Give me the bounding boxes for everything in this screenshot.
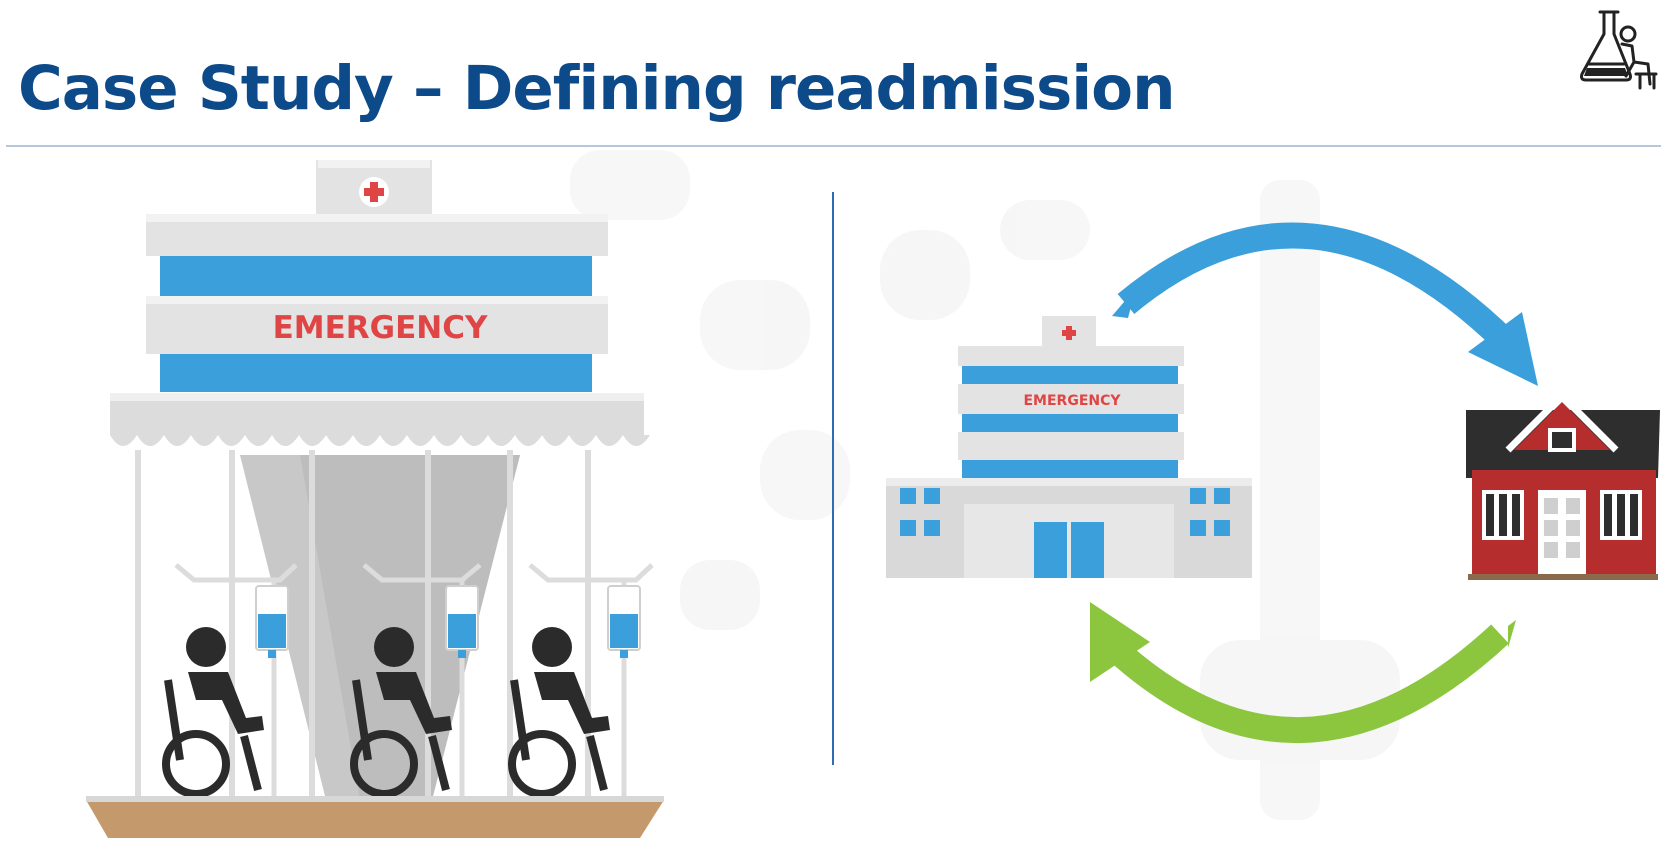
slide: Case Study – Defining readmission EMERGE…	[0, 0, 1665, 852]
house-icon	[1466, 391, 1660, 580]
hospital-building-icon: EMERGENCY	[886, 316, 1252, 578]
readmission-cycle-diagram: EMERGENCY	[886, 222, 1660, 743]
hospital-emergency-sign: EMERGENCY	[1023, 393, 1121, 409]
arrow-home-to-hospital-icon	[1090, 602, 1516, 743]
